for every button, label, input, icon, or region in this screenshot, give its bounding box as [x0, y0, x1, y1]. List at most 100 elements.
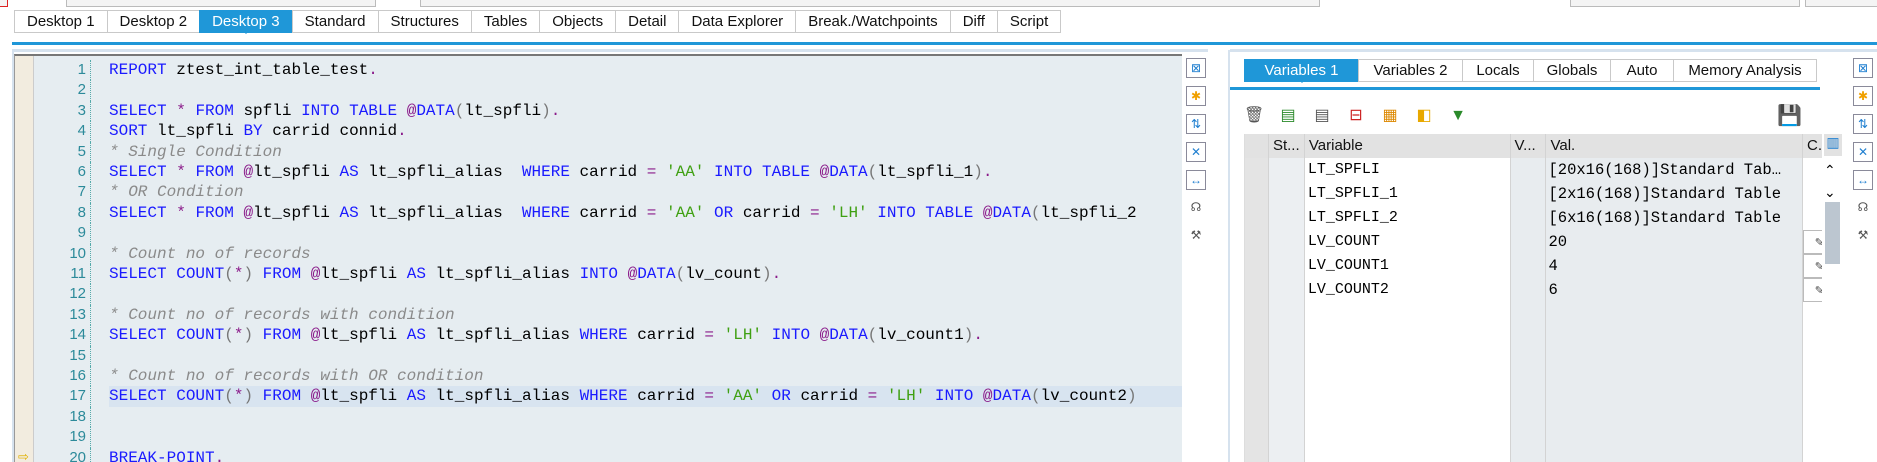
row-selector[interactable] — [1245, 446, 1269, 462]
code-line[interactable]: * Count no of records — [109, 244, 1182, 264]
tab-data-explorer[interactable]: Data Explorer — [678, 10, 796, 33]
maximize-icon[interactable]: ✕ — [1853, 142, 1873, 162]
row-selector[interactable] — [1245, 326, 1269, 350]
value-cell[interactable]: [2x16(168)]Standard Table — [1546, 182, 1804, 206]
scroll-down-icon[interactable]: ⌄ — [1824, 184, 1836, 201]
value-cell[interactable]: 4 — [1546, 254, 1804, 278]
row-selector[interactable] — [1245, 278, 1269, 302]
row-selector[interactable] — [1245, 350, 1269, 374]
tab-standard[interactable]: Standard — [291, 10, 378, 33]
table-row[interactable]: LT_SPFLI_2 [6x16(168)]Standard Table — [1245, 206, 1824, 230]
row-selector[interactable] — [1245, 182, 1269, 206]
row-selector[interactable] — [1245, 398, 1269, 422]
value-cell[interactable] — [1546, 446, 1804, 462]
header-value[interactable]: Val. — [1546, 134, 1804, 158]
merge-icon[interactable]: ▦ — [1380, 106, 1400, 126]
tools-icon[interactable]: ⚒ — [1853, 226, 1873, 246]
tab-globals[interactable]: Globals — [1533, 59, 1610, 82]
insert-variable-icon[interactable]: ▤ — [1278, 106, 1298, 126]
value-cell[interactable] — [1546, 350, 1804, 374]
breakpoint-gutter[interactable] — [15, 56, 34, 462]
tab-memory-analysis[interactable]: Memory Analysis — [1673, 59, 1817, 82]
value-cell[interactable] — [1546, 326, 1804, 350]
select-variable-icon[interactable]: ▤ — [1312, 106, 1332, 126]
variable-cell[interactable] — [1304, 350, 1511, 374]
code-line[interactable] — [109, 346, 1182, 366]
row-selector[interactable] — [1245, 422, 1269, 446]
code-line[interactable] — [109, 427, 1182, 447]
maximize-icon[interactable]: ✕ — [1186, 142, 1206, 162]
variable-cell[interactable]: LV_COUNT1 — [1304, 254, 1511, 278]
split-icon[interactable]: ◧ — [1414, 106, 1434, 126]
table-row[interactable]: LV_COUNT 20 ✎ — [1245, 230, 1824, 254]
variable-cell[interactable] — [1304, 446, 1511, 462]
header-status[interactable]: St... — [1268, 134, 1305, 158]
edit-value-button[interactable]: ✎ — [1803, 278, 1824, 302]
save-icon[interactable]: 💾 — [1777, 106, 1802, 126]
variable-cell[interactable] — [1304, 374, 1511, 398]
variable-cell[interactable] — [1304, 302, 1511, 326]
edit-value-button[interactable]: ✎ — [1803, 254, 1824, 278]
tab-tables[interactable]: Tables — [470, 10, 540, 33]
tab-locals[interactable]: Locals — [1462, 59, 1533, 82]
new-window-icon[interactable]: ✱ — [1853, 86, 1873, 106]
row-selector[interactable] — [1245, 302, 1269, 326]
row-selector[interactable] — [1245, 254, 1269, 278]
variable-cell[interactable] — [1304, 422, 1511, 446]
swap-icon[interactable]: ⇅ — [1186, 114, 1206, 134]
table-scrollbar[interactable]: ▥ ⌃ ⌄ — [1822, 134, 1844, 462]
code-line[interactable]: SELECT * FROM @lt_spfli AS lt_spfli_alia… — [109, 203, 1182, 223]
table-row[interactable]: LT_SPFLI_1 [2x16(168)]Standard Table — [1245, 182, 1824, 206]
value-cell[interactable]: 6 — [1546, 278, 1804, 302]
filter-icon[interactable]: ▼ — [1448, 106, 1468, 126]
row-selector[interactable] — [1245, 374, 1269, 398]
tab-variables-1[interactable]: Variables 1 — [1244, 59, 1358, 83]
new-window-icon[interactable]: ✱ — [1186, 86, 1206, 106]
table-row[interactable]: LV_COUNT2 6 ✎ — [1245, 278, 1824, 302]
header-variable[interactable]: Variable — [1304, 134, 1511, 158]
edit-value-button[interactable]: ✎ — [1803, 230, 1824, 254]
swap-icon[interactable]: ⇅ — [1853, 114, 1873, 134]
width-icon[interactable]: ↔ — [1186, 170, 1206, 190]
value-cell[interactable] — [1546, 398, 1804, 422]
table-row[interactable]: LT_SPFLI [20x16(168)]Standard Tab… — [1245, 158, 1824, 182]
source-code-editor[interactable]: 1 REPORT ztest_int_table_test. 2 3 SELECT * … — [14, 54, 1182, 462]
row-selector[interactable] — [1245, 230, 1269, 254]
tab-structures[interactable]: Structures — [377, 10, 471, 33]
value-cell[interactable]: [20x16(168)]Standard Tab… — [1546, 158, 1804, 182]
tab-auto[interactable]: Auto — [1610, 59, 1673, 82]
tab-desktop-3[interactable]: Desktop 3 — [199, 10, 292, 34]
variable-cell[interactable]: LT_SPFLI_1 — [1304, 182, 1511, 206]
code-line[interactable] — [109, 284, 1182, 304]
code-line[interactable]: SELECT * FROM spfli INTO TABLE @DATA(lt_… — [109, 101, 1182, 121]
variable-cell[interactable] — [1304, 326, 1511, 350]
header-c[interactable]: C. — [1803, 134, 1824, 158]
code-line[interactable] — [109, 80, 1182, 100]
variable-cell[interactable]: LV_COUNT — [1304, 230, 1511, 254]
tab-variables-2[interactable]: Variables 2 — [1358, 59, 1462, 82]
tab-desktop-1[interactable]: Desktop 1 — [14, 10, 107, 33]
variable-cell[interactable] — [1304, 398, 1511, 422]
close-icon[interactable]: ⊠ — [1853, 58, 1873, 78]
code-line[interactable]: * OR Condition — [109, 182, 1182, 202]
scroll-up-icon[interactable]: ⌃ — [1824, 162, 1836, 179]
header-v[interactable]: V... — [1510, 134, 1547, 158]
code-line[interactable]: SORT lt_spfli BY carrid connid. — [109, 121, 1182, 141]
value-cell[interactable]: 20 — [1546, 230, 1804, 254]
code-line[interactable]: REPORT ztest_int_table_test. — [109, 60, 1182, 80]
code-line[interactable]: SELECT COUNT(*) FROM @lt_spfli AS lt_spf… — [109, 264, 1182, 284]
table-row[interactable]: LV_COUNT1 4 ✎ — [1245, 254, 1824, 278]
value-cell[interactable]: [6x16(168)]Standard Table — [1546, 206, 1804, 230]
tools-icon[interactable]: ⚒ — [1186, 226, 1206, 246]
value-cell[interactable] — [1546, 374, 1804, 398]
code-line[interactable]: SELECT COUNT(*) FROM @lt_spfli AS lt_spf… — [109, 386, 1182, 407]
row-selector-header[interactable] — [1245, 134, 1269, 158]
row-selector[interactable] — [1245, 158, 1269, 182]
code-line[interactable] — [109, 223, 1182, 243]
code-line[interactable] — [109, 407, 1182, 427]
column-settings-icon[interactable]: ▥ — [1824, 134, 1842, 156]
headset-icon[interactable]: ☊ — [1853, 198, 1873, 218]
value-cell[interactable] — [1546, 302, 1804, 326]
code-line[interactable]: SELECT * FROM @lt_spfli AS lt_spfli_alia… — [109, 162, 1182, 182]
value-cell[interactable] — [1546, 422, 1804, 446]
